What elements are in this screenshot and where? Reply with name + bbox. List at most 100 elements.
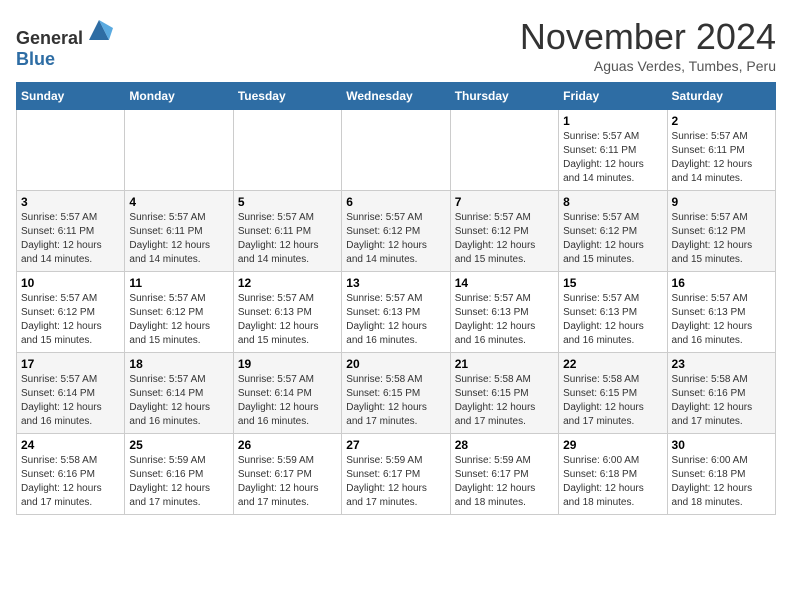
weekday-header-sunday: Sunday xyxy=(17,83,125,110)
day-number: 21 xyxy=(455,357,554,371)
calendar-cell: 14Sunrise: 5:57 AMSunset: 6:13 PMDayligh… xyxy=(450,272,558,353)
weekday-header-friday: Friday xyxy=(559,83,667,110)
day-number: 28 xyxy=(455,438,554,452)
day-number: 15 xyxy=(563,276,662,290)
day-number: 26 xyxy=(238,438,337,452)
week-row-2: 3 Sunrise: 5:57 AMSunset: 6:11 PMDaylight… xyxy=(17,191,776,272)
day-info: Sunrise: 5:58 AMSunset: 6:16 PMDaylight:… xyxy=(21,454,120,510)
calendar-cell: 9 Sunrise: 5:57 AMSunset: 6:12 PMDaylight… xyxy=(667,191,775,272)
day-number: 27 xyxy=(346,438,445,452)
day-info: Sunrise: 5:57 AMSunset: 6:12 PMDaylight:… xyxy=(672,211,771,267)
calendar-cell: 7 Sunrise: 5:57 AMSunset: 6:12 PMDaylight… xyxy=(450,191,558,272)
day-info: Sunrise: 6:00 AMSunset: 6:18 PMDaylight:… xyxy=(672,454,771,510)
day-number: 30 xyxy=(672,438,771,452)
day-info: Sunrise: 5:57 AMSunset: 6:14 PMDaylight:… xyxy=(129,373,228,429)
day-info: Sunrise: 5:57 AMSunset: 6:13 PMDaylight:… xyxy=(563,292,662,348)
calendar-cell: 30 Sunrise: 6:00 AMSunset: 6:18 PMDayligh… xyxy=(667,434,775,515)
day-info: Sunrise: 5:57 AMSunset: 6:14 PMDaylight:… xyxy=(21,373,120,429)
day-number: 12 xyxy=(238,276,337,290)
logo-icon xyxy=(85,16,113,44)
calendar-cell: 1 Sunrise: 5:57 AMSunset: 6:11 PMDaylight… xyxy=(559,110,667,191)
day-number: 16 xyxy=(672,276,771,290)
day-info: Sunrise: 5:57 AMSunset: 6:12 PMDaylight:… xyxy=(455,211,554,267)
day-info: Sunrise: 5:57 AMSunset: 6:11 PMDaylight:… xyxy=(129,211,228,267)
day-info: Sunrise: 5:57 AMSunset: 6:13 PMDaylight:… xyxy=(455,292,554,348)
calendar-cell: 28 Sunrise: 5:59 AMSunset: 6:17 PMDayligh… xyxy=(450,434,558,515)
calendar-cell: 25Sunrise: 5:59 AMSunset: 6:16 PMDayligh… xyxy=(125,434,233,515)
title-block: November 2024 Aguas Verdes, Tumbes, Peru xyxy=(520,16,776,74)
day-info: Sunrise: 5:58 AMSunset: 6:15 PMDaylight:… xyxy=(346,373,445,429)
calendar-cell: 3 Sunrise: 5:57 AMSunset: 6:11 PMDaylight… xyxy=(17,191,125,272)
calendar-cell: 23 Sunrise: 5:58 AMSunset: 6:16 PMDayligh… xyxy=(667,353,775,434)
day-info: Sunrise: 5:57 AMSunset: 6:11 PMDaylight:… xyxy=(238,211,337,267)
day-number: 17 xyxy=(21,357,120,371)
calendar-cell: 17 Sunrise: 5:57 AMSunset: 6:14 PMDayligh… xyxy=(17,353,125,434)
calendar-cell: 2 Sunrise: 5:57 AMSunset: 6:11 PMDaylight… xyxy=(667,110,775,191)
week-row-5: 24 Sunrise: 5:58 AMSunset: 6:16 PMDayligh… xyxy=(17,434,776,515)
day-number: 5 xyxy=(238,195,337,209)
weekday-header-saturday: Saturday xyxy=(667,83,775,110)
day-info: Sunrise: 5:57 AMSunset: 6:12 PMDaylight:… xyxy=(346,211,445,267)
calendar-cell: 5 Sunrise: 5:57 AMSunset: 6:11 PMDaylight… xyxy=(233,191,341,272)
day-number: 20 xyxy=(346,357,445,371)
weekday-header-thursday: Thursday xyxy=(450,83,558,110)
day-info: Sunrise: 5:57 AMSunset: 6:13 PMDaylight:… xyxy=(238,292,337,348)
day-info: Sunrise: 5:59 AMSunset: 6:17 PMDaylight:… xyxy=(455,454,554,510)
calendar-cell: 18Sunrise: 5:57 AMSunset: 6:14 PMDayligh… xyxy=(125,353,233,434)
day-info: Sunrise: 6:00 AMSunset: 6:18 PMDaylight:… xyxy=(563,454,662,510)
day-number: 9 xyxy=(672,195,771,209)
day-info: Sunrise: 5:57 AMSunset: 6:12 PMDaylight:… xyxy=(563,211,662,267)
page-header: General Blue November 2024 Aguas Verdes,… xyxy=(16,16,776,74)
day-number: 11 xyxy=(129,276,228,290)
day-number: 24 xyxy=(21,438,120,452)
calendar-cell: 12 Sunrise: 5:57 AMSunset: 6:13 PMDayligh… xyxy=(233,272,341,353)
calendar-cell: 26 Sunrise: 5:59 AMSunset: 6:17 PMDayligh… xyxy=(233,434,341,515)
day-number: 7 xyxy=(455,195,554,209)
day-number: 13 xyxy=(346,276,445,290)
month-title: November 2024 xyxy=(520,16,776,58)
weekday-header-wednesday: Wednesday xyxy=(342,83,450,110)
day-info: Sunrise: 5:59 AMSunset: 6:17 PMDaylight:… xyxy=(346,454,445,510)
calendar-cell: 20 Sunrise: 5:58 AMSunset: 6:15 PMDayligh… xyxy=(342,353,450,434)
day-info: Sunrise: 5:57 AMSunset: 6:11 PMDaylight:… xyxy=(672,130,771,186)
logo-blue: Blue xyxy=(16,49,55,69)
day-info: Sunrise: 5:57 AMSunset: 6:13 PMDaylight:… xyxy=(672,292,771,348)
day-info: Sunrise: 5:57 AMSunset: 6:12 PMDaylight:… xyxy=(21,292,120,348)
weekday-header-row: SundayMondayTuesdayWednesdayThursdayFrid… xyxy=(17,83,776,110)
day-number: 2 xyxy=(672,114,771,128)
day-info: Sunrise: 5:57 AMSunset: 6:11 PMDaylight:… xyxy=(563,130,662,186)
day-number: 8 xyxy=(563,195,662,209)
day-info: Sunrise: 5:59 AMSunset: 6:17 PMDaylight:… xyxy=(238,454,337,510)
calendar-cell: 8 Sunrise: 5:57 AMSunset: 6:12 PMDaylight… xyxy=(559,191,667,272)
calendar-cell: 11Sunrise: 5:57 AMSunset: 6:12 PMDayligh… xyxy=(125,272,233,353)
calendar-cell: 6Sunrise: 5:57 AMSunset: 6:12 PMDaylight… xyxy=(342,191,450,272)
day-number: 1 xyxy=(563,114,662,128)
calendar-cell xyxy=(125,110,233,191)
day-number: 3 xyxy=(21,195,120,209)
day-info: Sunrise: 5:57 AMSunset: 6:11 PMDaylight:… xyxy=(21,211,120,267)
weekday-header-tuesday: Tuesday xyxy=(233,83,341,110)
calendar-cell: 21 Sunrise: 5:58 AMSunset: 6:15 PMDayligh… xyxy=(450,353,558,434)
calendar-cell: 15 Sunrise: 5:57 AMSunset: 6:13 PMDayligh… xyxy=(559,272,667,353)
day-number: 4 xyxy=(129,195,228,209)
calendar-cell: 19Sunrise: 5:57 AMSunset: 6:14 PMDayligh… xyxy=(233,353,341,434)
calendar-cell: 16 Sunrise: 5:57 AMSunset: 6:13 PMDayligh… xyxy=(667,272,775,353)
day-info: Sunrise: 5:57 AMSunset: 6:14 PMDaylight:… xyxy=(238,373,337,429)
day-info: Sunrise: 5:58 AMSunset: 6:16 PMDaylight:… xyxy=(672,373,771,429)
day-number: 23 xyxy=(672,357,771,371)
calendar-cell: 24 Sunrise: 5:58 AMSunset: 6:16 PMDayligh… xyxy=(17,434,125,515)
logo: General Blue xyxy=(16,16,113,70)
weekday-header-monday: Monday xyxy=(125,83,233,110)
day-number: 29 xyxy=(563,438,662,452)
calendar-cell xyxy=(17,110,125,191)
day-number: 22 xyxy=(563,357,662,371)
calendar-cell: 4 Sunrise: 5:57 AMSunset: 6:11 PMDaylight… xyxy=(125,191,233,272)
calendar-cell: 29 Sunrise: 6:00 AMSunset: 6:18 PMDayligh… xyxy=(559,434,667,515)
day-info: Sunrise: 5:58 AMSunset: 6:15 PMDaylight:… xyxy=(455,373,554,429)
day-number: 25 xyxy=(129,438,228,452)
week-row-4: 17 Sunrise: 5:57 AMSunset: 6:14 PMDayligh… xyxy=(17,353,776,434)
location-subtitle: Aguas Verdes, Tumbes, Peru xyxy=(520,58,776,74)
day-info: Sunrise: 5:58 AMSunset: 6:15 PMDaylight:… xyxy=(563,373,662,429)
calendar-cell: 10Sunrise: 5:57 AMSunset: 6:12 PMDayligh… xyxy=(17,272,125,353)
calendar-table: SundayMondayTuesdayWednesdayThursdayFrid… xyxy=(16,82,776,515)
